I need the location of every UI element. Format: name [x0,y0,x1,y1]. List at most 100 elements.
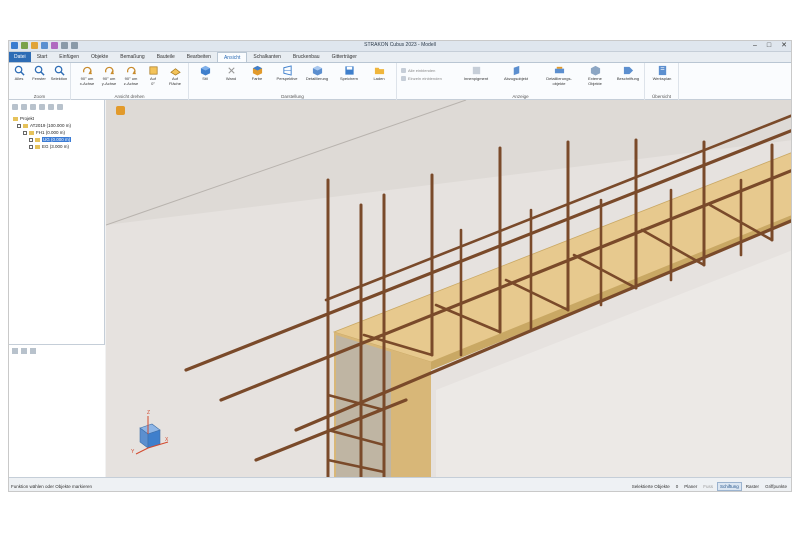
tree-item-fh1[interactable]: FH1 (0.000 m) [23,130,65,135]
group-label-show: Anzeige [512,94,529,99]
selected-objects-label: Selektierte Objekte [631,484,670,489]
plan-icon [658,65,666,76]
load-view-button[interactable]: Laden [369,65,389,82]
tree-item-building[interactable]: AT2019 (100.000 m) [17,123,71,128]
color-button[interactable]: Farbe [247,65,267,82]
inner-pigment-button[interactable]: Innenpigment [461,65,491,82]
magnifier-icon [34,65,45,76]
detail-cube-icon [312,65,322,76]
rotate-surface-button[interactable]: Auf Fläche [165,65,185,86]
tab-objekte[interactable]: Objekte [85,52,114,62]
checkbox[interactable] [17,123,21,128]
filter-icon[interactable] [21,348,27,354]
tree-item-eg[interactable]: EG (3.000 m) [29,144,69,149]
close-panel-icon[interactable] [30,348,36,354]
rotate-y-button[interactable]: 90° um y-Achse [99,65,119,86]
toggle-raster[interactable]: Raster [744,483,761,490]
group-label-display: Darstellung [281,94,304,99]
tree-item-ug[interactable]: UG (0.000 m) [29,137,72,142]
deduction-object-button[interactable]: Abzugsobjekt [501,65,531,82]
tab-datei[interactable]: Datei [9,52,31,62]
zoom-selection-button[interactable]: Selektion [49,65,69,82]
viewport-home-icon[interactable] [116,106,125,115]
group-label-rotate: Ansicht drehen [114,94,145,99]
external-cube-icon [590,65,600,76]
tab-schalkanten[interactable]: Schalkanten [247,52,287,62]
toggle-griffpunkte[interactable]: Griffpunkte [763,483,789,490]
tree-up-icon[interactable] [12,104,18,110]
status-toggles: Selektierte Objekte 0 Planer Fuss Schift… [630,482,789,491]
folder-icon [23,123,28,128]
rotate-z-icon [126,66,136,75]
project-tree-panel: Projekt AT2019 (100.000 m) FH1 (0.000 m)… [9,100,105,477]
tree-settings-icon[interactable] [57,104,63,110]
model-render [106,100,791,477]
group-label-overview: Übersicht [651,94,671,99]
tab-einfuegen[interactable]: Einfügen [53,52,85,62]
3d-viewport[interactable]: Z X Y [106,100,791,477]
window-controls: – □ ✕ [753,42,787,50]
detailing-button[interactable]: Detaillierung [306,65,328,82]
checkbox[interactable] [29,137,33,142]
reset-view-icon [148,66,158,75]
plan-button[interactable]: Werksplan [649,65,675,82]
axis-label-z: Z [147,410,151,416]
labeling-button[interactable]: Beschriftung [613,65,643,82]
show-single-item[interactable]: Einzeln einblenden [401,75,442,81]
maximize-icon[interactable]: □ [767,42,771,50]
tree-delete-icon[interactable] [48,104,54,110]
perspective-button[interactable]: Perspektive [277,65,297,82]
save-view-button[interactable]: Speichern [339,65,359,82]
detailing-objects-button[interactable]: Detaillierungs- objekte [543,65,575,86]
toggle-schiftung[interactable]: Schiftung [717,482,742,491]
perspective-icon [282,65,292,76]
toggle-fuss[interactable]: Fuss [701,483,715,490]
cube-icon [200,65,210,76]
tree-toolbar [9,102,105,112]
app-window: STRAKON Cubus 2023 - Modell – □ ✕ Datei … [8,40,792,492]
show-all-item[interactable]: Alle einblenden [401,67,435,73]
save-view-icon [344,66,354,75]
window-title: STRAKON Cubus 2023 - Modell [364,42,436,48]
minimize-icon[interactable]: – [753,42,757,50]
view-cube[interactable]: Z X Y [126,410,170,456]
ribbon-group-overview: Werksplan Übersicht [645,63,679,100]
tab-start[interactable]: Start [31,52,54,62]
toggle-planer[interactable]: Planer [682,483,699,490]
tree-collapse-icon[interactable] [39,104,45,110]
tab-gittertraeger[interactable]: Gitterträger [326,52,363,62]
folder-icon [374,67,384,75]
external-objects-button[interactable]: Externe Objekte [583,65,607,86]
deduction-icon [513,65,519,76]
zoom-window-button[interactable]: Fenster [29,65,49,82]
rotate-y-icon [104,66,114,75]
rotate-x-button[interactable]: 90° um x-Achse [77,65,97,86]
selected-objects-count: 0 [675,484,679,489]
checkbox[interactable] [23,130,27,135]
ribbon-group-rotate: 90° um x-Achse 90° um y-Achse 90° um z-A… [71,63,189,100]
group-label-zoom: Zoom [33,94,46,99]
tree-item-project[interactable]: Projekt [13,116,34,121]
tab-brueckenbau[interactable]: Bruckenbau [287,52,326,62]
tab-bearbeiten[interactable]: Bearbeiten [181,52,217,62]
ribbon: Alles Fenster Selektion Zoom 90° um x-Ac… [9,63,791,100]
rotate-x-icon [82,66,92,75]
tab-bauteile[interactable]: Bauteile [151,52,181,62]
pin-icon[interactable] [12,348,18,354]
tab-bemassung[interactable]: Bemaßung [114,52,150,62]
zoom-all-button[interactable]: Alles [9,65,29,82]
rotate-zero-button[interactable]: Auf 0° [143,65,163,86]
axis-label-y: Y [131,449,135,455]
wall-button[interactable]: Wand [221,65,241,82]
style-button[interactable]: Stil [195,65,215,82]
tree-expand-icon[interactable] [30,104,36,110]
close-icon[interactable]: ✕ [781,42,787,50]
folder-icon [29,130,34,135]
checkbox[interactable] [29,144,33,149]
tab-ansicht[interactable]: Ansicht [216,52,248,62]
properties-toolbar [9,345,105,357]
folder-icon [35,144,40,149]
rotate-z-button[interactable]: 90° um z-Achse [121,65,141,86]
properties-panel [9,344,105,477]
tree-down-icon[interactable] [21,104,27,110]
